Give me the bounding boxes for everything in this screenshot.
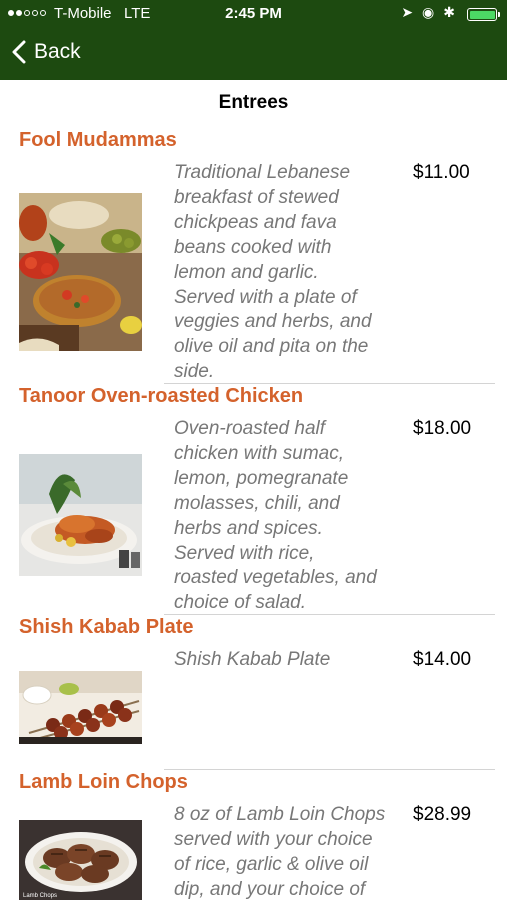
battery-cap bbox=[498, 12, 500, 17]
item-divider bbox=[164, 383, 495, 384]
shish-kabab-photo bbox=[19, 671, 142, 744]
description-line: chicken with sumac, bbox=[174, 442, 345, 464]
menu-item-price: $18.00 bbox=[413, 418, 472, 439]
menu-item-price: $28.99 bbox=[413, 804, 472, 825]
menu-item-price: $11.00 bbox=[413, 162, 470, 183]
description-line: chickpeas and fava bbox=[174, 211, 337, 233]
page-title: Entrees bbox=[218, 92, 289, 113]
description-line: olive oil and pita on the bbox=[174, 336, 369, 358]
back-button-label: Back bbox=[34, 40, 81, 63]
description-line: side. bbox=[174, 361, 215, 383]
back-button[interactable]: Back bbox=[12, 36, 81, 68]
description-line: roasted vegetables, and bbox=[174, 567, 377, 589]
description-line: lemon and garlic. bbox=[174, 261, 319, 283]
description-line: Shish Kabab Plate bbox=[174, 649, 331, 670]
description-line: veggies and herbs, and bbox=[174, 311, 372, 333]
description-line: molasses, chili, and bbox=[174, 492, 340, 514]
description-line: dip, and your choice of bbox=[174, 878, 366, 900]
description-line: breakfast of stewed bbox=[174, 186, 339, 208]
status-bar: T-Mobile LTE 2:45 PM ➤ ◉ ✱ bbox=[0, 0, 507, 28]
description-line: served with your choice bbox=[174, 828, 373, 850]
description-line: Traditional Lebanese bbox=[174, 162, 351, 183]
battery-icon bbox=[467, 8, 497, 21]
menu-item-title[interactable]: Shish Kabab Plate bbox=[19, 616, 194, 639]
menu-item-price: $14.00 bbox=[413, 649, 472, 670]
menu-item-image[interactable] bbox=[19, 671, 142, 744]
lamb-chops-photo: Lamb Chops bbox=[19, 820, 142, 900]
description-line: Oven-roasted half bbox=[174, 418, 326, 439]
oven-roasted-chicken-photo bbox=[19, 454, 142, 576]
image-caption: Lamb Chops bbox=[23, 893, 57, 899]
description-line: lemon, pomegranate bbox=[174, 467, 349, 489]
alarm-icon: ◉ bbox=[422, 4, 435, 20]
fool-mudammas-photo bbox=[19, 193, 142, 351]
menu-item-image[interactable]: Lamb Chops bbox=[19, 820, 142, 900]
menu-item-title[interactable]: Fool Mudammas bbox=[19, 129, 177, 152]
description-line: beans cooked with bbox=[174, 236, 332, 258]
description-line: herbs and spices. bbox=[174, 517, 323, 539]
item-divider bbox=[164, 769, 495, 770]
item-divider bbox=[164, 614, 495, 615]
menu-item-description: 8 oz of Lamb Loin Chops served with your… bbox=[174, 803, 414, 900]
menu-item-image[interactable] bbox=[19, 193, 142, 351]
menu-item-image[interactable] bbox=[19, 454, 142, 576]
status-icons: ➤ ◉ ✱ bbox=[401, 4, 455, 21]
description-line: choice of salad. bbox=[174, 592, 307, 614]
description-line: 8 oz of Lamb Loin Chops bbox=[174, 804, 386, 825]
bluetooth-icon: ✱ bbox=[443, 4, 455, 20]
description-line: of rice, garlic & olive oil bbox=[174, 853, 369, 875]
location-arrow-icon: ➤ bbox=[401, 4, 414, 20]
menu-item-title[interactable]: Lamb Loin Chops bbox=[19, 771, 188, 794]
navigation-bar: T-Mobile LTE 2:45 PM ➤ ◉ ✱ Back bbox=[0, 0, 507, 80]
menu-item-description: Traditional Lebanese breakfast of stewed… bbox=[174, 161, 414, 385]
description-line: Served with rice, bbox=[174, 542, 315, 564]
menu-item-description: Oven-roasted half chicken with sumac, le… bbox=[174, 417, 414, 616]
menu-item-description: Shish Kabab Plate bbox=[174, 648, 414, 673]
chevron-left-icon bbox=[12, 40, 26, 64]
menu-item-title[interactable]: Tanoor Oven-roasted Chicken bbox=[19, 385, 303, 408]
description-line: Served with a plate of bbox=[174, 286, 357, 308]
